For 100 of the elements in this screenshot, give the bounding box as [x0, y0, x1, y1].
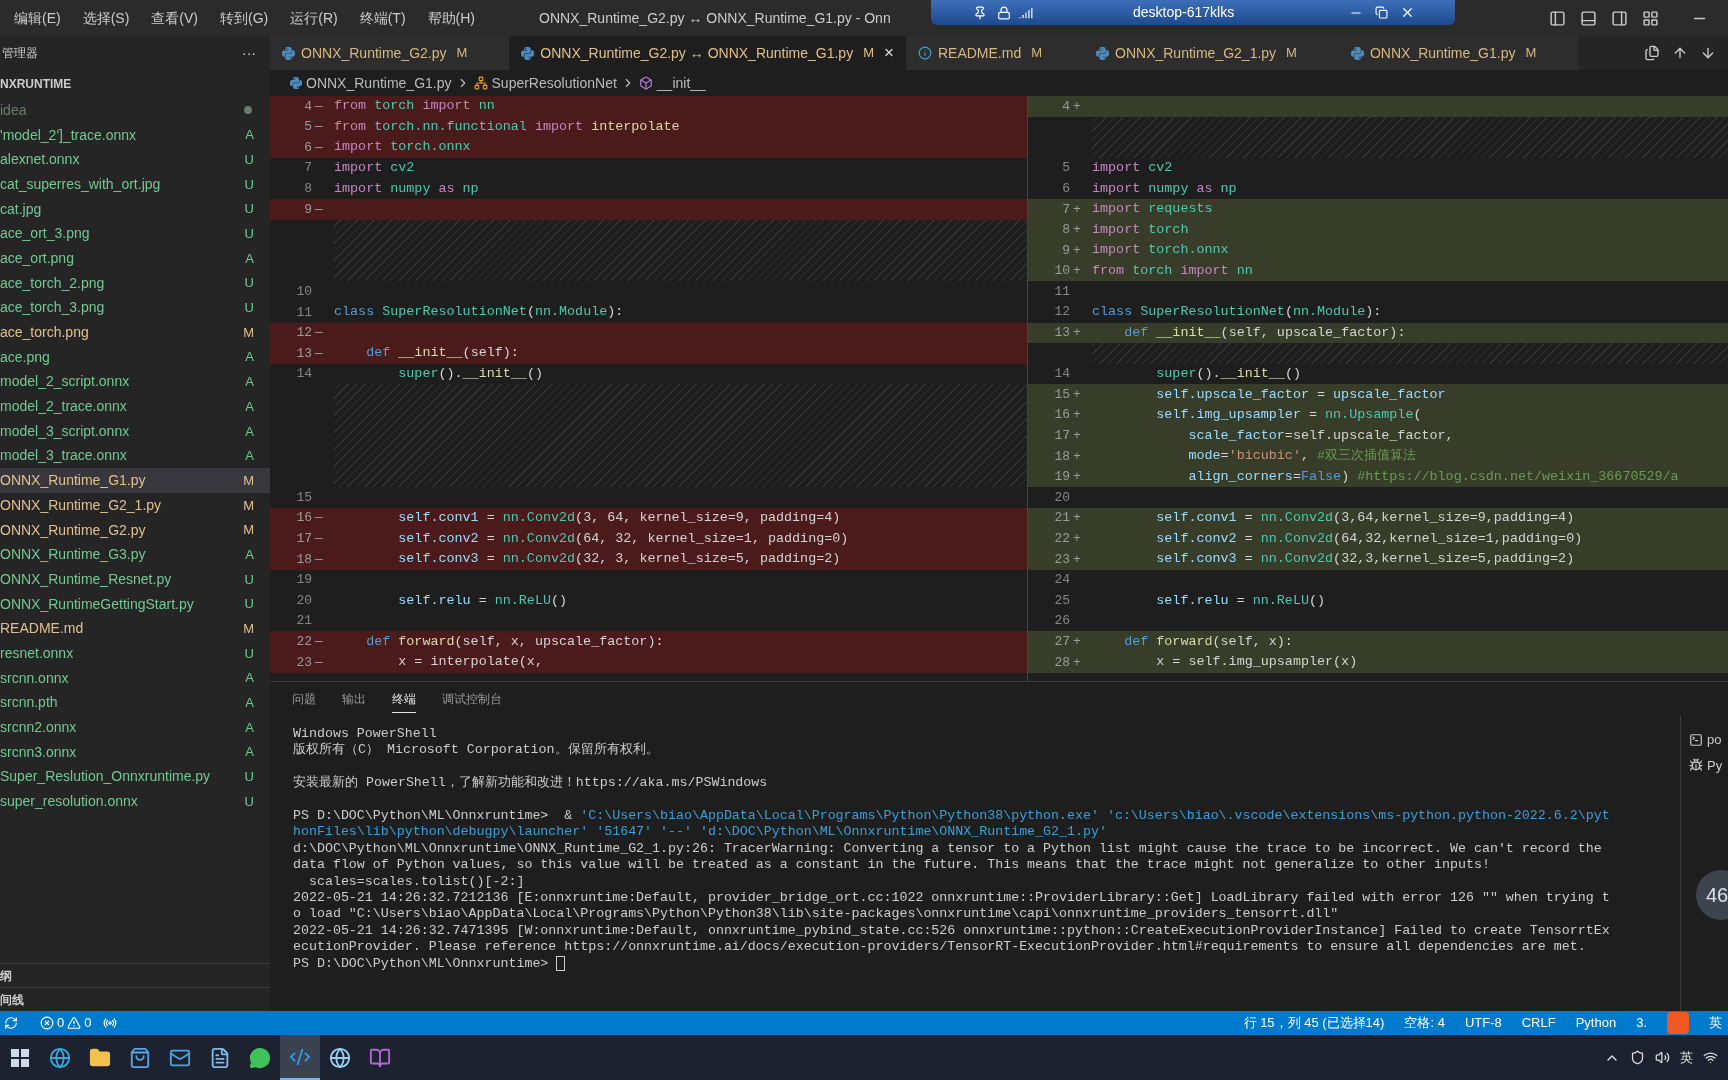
wifi-icon[interactable]: [1703, 1050, 1718, 1065]
folder-header[interactable]: NXRUNTIME: [0, 70, 270, 98]
file-item[interactable]: model_2_script.onnx A: [0, 369, 270, 395]
file-item[interactable]: srcnn.onnx A: [0, 665, 270, 691]
menu-item[interactable]: 编辑(E): [14, 7, 61, 29]
file-item[interactable]: README.md M: [0, 616, 270, 642]
editor-tab[interactable]: README.md M: [905, 36, 1084, 70]
git-status-letter: M: [243, 496, 254, 515]
terminal-line: 2022-05-21 14:26:32.7471395 [W:onnxruntime:Default, onnxruntime_pybind_state.cc:526 onnxruntime::python::CreateExecutionProviderInstance] Failed to create TensorrtEx: [293, 922, 1610, 940]
restore-icon[interactable]: [1375, 6, 1388, 19]
file-item[interactable]: ace_ort_3.png U: [0, 221, 270, 247]
file-item[interactable]: cat_superres_with_ort.jpg U: [0, 172, 270, 197]
windows-logo-icon[interactable]: [11, 1048, 29, 1067]
terminal-instance[interactable]: Py: [1689, 755, 1728, 775]
file-item[interactable]: super_resolution.onnx U: [0, 789, 270, 814]
editor-tab[interactable]: ONNX_Runtime_G2.py M: [270, 36, 510, 70]
store-icon[interactable]: [129, 1046, 151, 1069]
code-line: self.conv2 = nn.Conv2d(64, 32, kernel_size=1, padding=0): [397, 529, 849, 548]
panel-tab[interactable]: 输出: [342, 686, 366, 712]
browser-icon[interactable]: [49, 1046, 71, 1069]
error-icon: [40, 1016, 54, 1030]
more-actions-button[interactable]: ···: [242, 42, 256, 64]
breadcrumb-item[interactable]: __init__: [656, 72, 706, 94]
file-item[interactable]: ONNX_Runtime_G2.py M: [0, 517, 270, 543]
layout-icon[interactable]: [1642, 9, 1659, 27]
secondary-sidebar-toggle-icon[interactable]: [1611, 9, 1628, 27]
section-header[interactable]: 纲: [0, 963, 270, 987]
shield-icon[interactable]: [1630, 1050, 1645, 1065]
code-line: import numpy as np: [334, 179, 479, 198]
file-item[interactable]: ace.png A: [0, 344, 270, 370]
previous-change-icon[interactable]: [1672, 45, 1688, 61]
file-item[interactable]: cat.jpg U: [0, 196, 270, 222]
error-count: 0: [57, 1014, 65, 1033]
editor-tab[interactable]: ONNX_Runtime_G2.py ↔ ONNX_Runtime_G1.py M ×: [509, 36, 906, 70]
globe-icon[interactable]: [329, 1046, 351, 1069]
open-changes-icon[interactable]: [1644, 45, 1660, 61]
menu-item[interactable]: 运行(R): [290, 7, 338, 29]
file-item[interactable]: alexnet.onnx U: [0, 147, 270, 173]
file-item[interactable]: Super_Reslution_Onnxruntime.py U: [0, 764, 270, 790]
status-item[interactable]: 3.: [1636, 1013, 1647, 1033]
python-icon: [1350, 46, 1364, 60]
file-item[interactable]: ace_torch_3.png U: [0, 295, 270, 321]
status-item[interactable]: 行 15，列 45 (已选择14): [1243, 1013, 1385, 1033]
file-item[interactable]: srcnn3.onnx A: [0, 739, 270, 765]
file-item[interactable]: ace_torch.png M: [0, 320, 270, 345]
file-item[interactable]: ace_ort.png A: [0, 246, 270, 271]
file-item[interactable]: srcnn.pth A: [0, 690, 270, 716]
status-item[interactable]: CRLF: [1521, 1013, 1556, 1033]
file-item[interactable]: ONNX_Runtime_G1.py M: [0, 468, 270, 493]
folder-icon[interactable]: [89, 1046, 111, 1069]
volume-icon[interactable]: [1655, 1050, 1670, 1065]
close-tab-button[interactable]: ×: [884, 40, 894, 66]
notebook-icon[interactable]: [369, 1046, 391, 1069]
menu-item[interactable]: 转到(G): [220, 7, 269, 29]
broadcast-icon[interactable]: [103, 1016, 118, 1030]
terminal-line: honFiles\lib\python\debugpy\launcher' '51647' '--' 'd:\DOC\Python\ML\Onnxruntime\ONNX_Runtime_G2_1.py': [293, 824, 1107, 841]
pin-icon[interactable]: [973, 5, 987, 20]
menu-item[interactable]: 查看(V): [151, 7, 198, 29]
input-language-indicator[interactable]: 英: [1709, 1013, 1722, 1033]
status-item[interactable]: Python: [1575, 1013, 1617, 1033]
editor-tab[interactable]: ONNX_Runtime_G2_1.py M: [1084, 36, 1339, 70]
panel-tab[interactable]: 终端: [392, 685, 416, 713]
file-item[interactable]: model_3_script.onnx A: [0, 418, 270, 444]
status-item[interactable]: UTF-8: [1464, 1013, 1502, 1033]
file-item[interactable]: resnet.onnx U: [0, 641, 270, 666]
document-icon[interactable]: [209, 1046, 231, 1069]
menu-item[interactable]: 终端(T): [359, 7, 406, 29]
problems-indicator[interactable]: 0 0: [40, 1013, 92, 1033]
input-language-indicator[interactable]: 英: [1680, 1047, 1693, 1068]
sync-icon[interactable]: [4, 1016, 18, 1030]
panel-tab[interactable]: 问题: [292, 686, 316, 712]
menu-item[interactable]: 选择(S): [82, 7, 130, 29]
file-item[interactable]: model_3_trace.onnx A: [0, 443, 270, 469]
file-name: ONNX_Runtime_G1.py: [0, 471, 146, 491]
breadcrumb-item[interactable]: ONNX_Runtime_G1.py: [306, 72, 452, 94]
code-line: self.img_upsampler = nn.Upsample(: [1155, 406, 1422, 425]
close-icon[interactable]: [1400, 5, 1415, 20]
menu-item[interactable]: 帮助(H): [427, 7, 475, 29]
file-item[interactable]: srcnn2.onnx A: [0, 715, 270, 740]
chat-icon[interactable]: [249, 1046, 271, 1069]
file-item[interactable]: model_2_trace.onnx A: [0, 394, 270, 419]
line-number: 11: [1053, 282, 1071, 301]
file-item[interactable]: ONNX_RuntimeGettingStart.py U: [0, 591, 270, 617]
code-line: import torch: [1092, 220, 1189, 239]
taskbar-button[interactable]: [280, 1035, 320, 1080]
sidebar-toggle-icon[interactable]: [1549, 9, 1566, 27]
panel-toggle-icon[interactable]: [1580, 9, 1597, 27]
breadcrumb-item[interactable]: SuperResolutionNet: [491, 72, 617, 94]
file-item[interactable]: ace_torch_2.png U: [0, 270, 270, 296]
terminal-instance[interactable]: po: [1689, 730, 1728, 750]
file-item[interactable]: ONNX_Runtime_G3.py A: [0, 542, 270, 568]
file-item[interactable]: 'model_2']_trace.onnx A: [0, 122, 270, 148]
panel-tab[interactable]: 调试控制台: [442, 686, 502, 712]
next-change-icon[interactable]: [1700, 45, 1716, 61]
editor-tab[interactable]: ONNX_Runtime_G1.py M: [1338, 36, 1579, 70]
file-item[interactable]: ONNX_Runtime_G2_1.py M: [0, 493, 270, 518]
file-item[interactable]: ONNX_Runtime_Resnet.py U: [0, 567, 270, 592]
git-status-letter: U: [244, 570, 254, 589]
code-line: import torch.onnx: [334, 138, 471, 157]
status-item[interactable]: 空格: 4: [1404, 1013, 1445, 1033]
